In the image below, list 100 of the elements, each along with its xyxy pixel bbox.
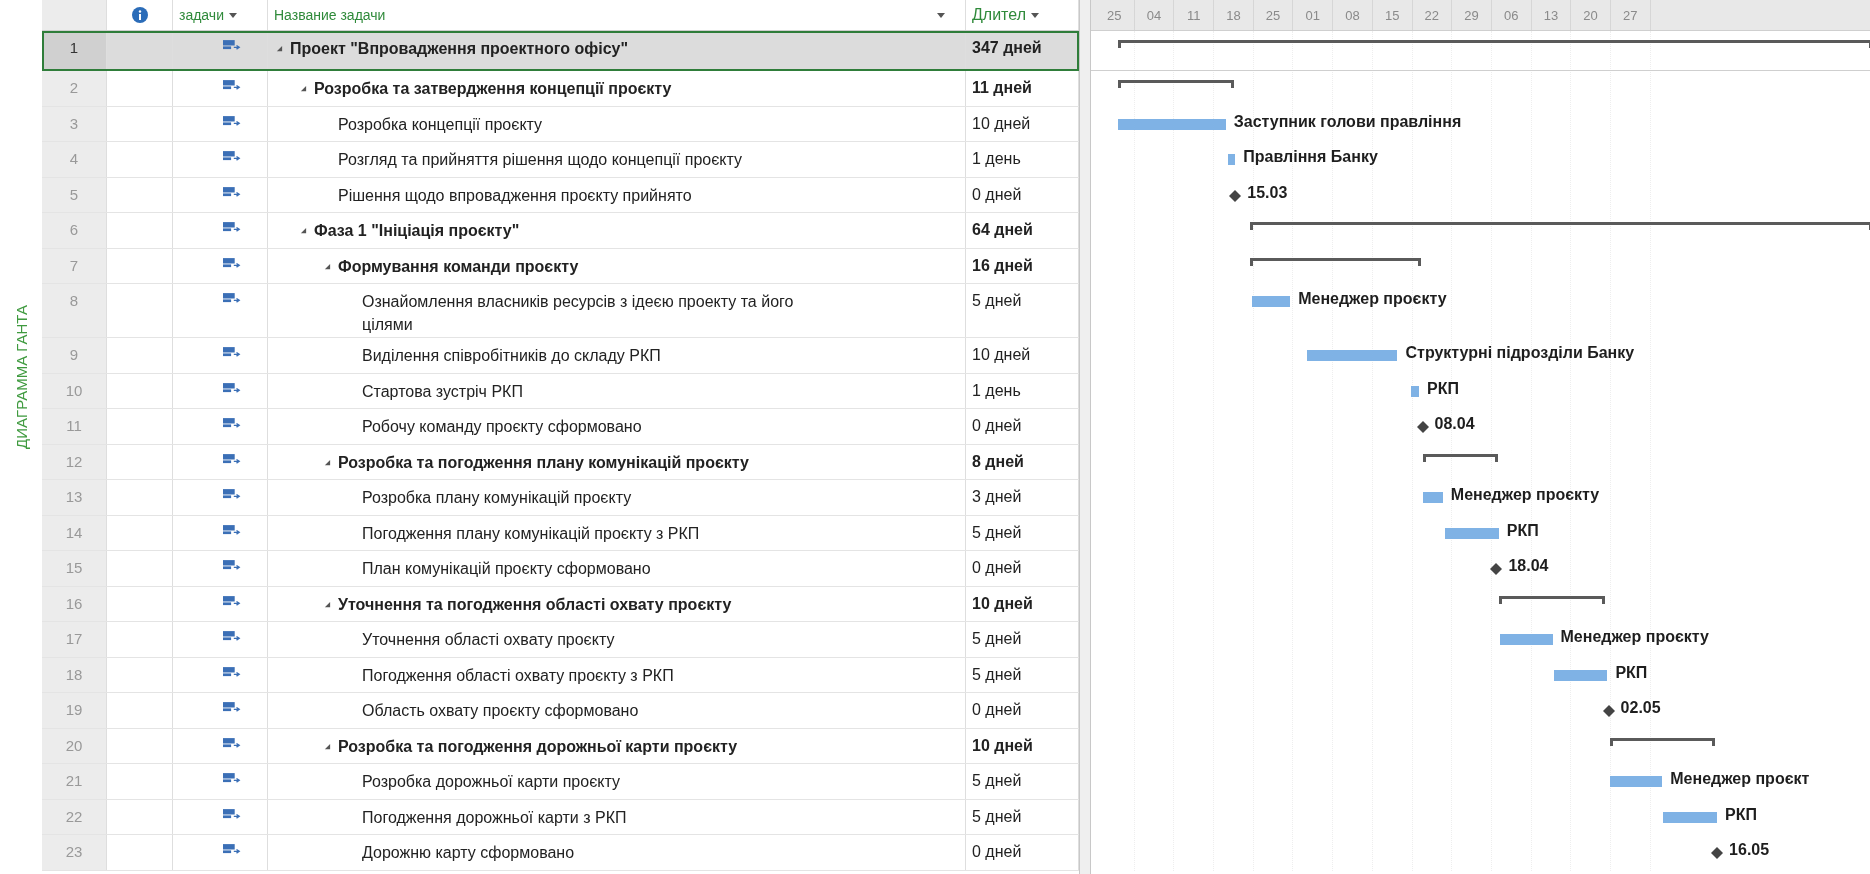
table-row[interactable]: 10 Стартова зустріч РКП 1 день: [42, 373, 1079, 409]
table-row[interactable]: 16 Уточнення та погодження області охвату проєкту 10 дней: [42, 586, 1079, 622]
task-duration: 5 дней: [972, 523, 1022, 541]
milestone-icon[interactable]: [1602, 705, 1615, 717]
table-row[interactable]: 8 Ознайомлення власників ресурсів з ідеєю проекту та його цілями 5 дней: [42, 284, 1079, 338]
table-row[interactable]: 14 Погодження плану комунікацій проєкту з РКП 5 дней: [42, 515, 1079, 551]
summary-bar[interactable]: [1249, 222, 1870, 230]
dropdown-caret-icon[interactable]: [228, 12, 237, 18]
row-number: 23: [65, 843, 83, 860]
resource-label: Структурні підрозділи Банку: [1405, 344, 1635, 362]
table-row[interactable]: 23 Дорожню карту сформовано 0 дней: [42, 835, 1079, 871]
resource-label: РКП: [1725, 805, 1758, 824]
resource-label: РКП: [1426, 379, 1459, 398]
row-number: 13: [65, 488, 83, 505]
collapse-triangle-icon[interactable]: [324, 458, 331, 466]
task-duration: 0 дней: [972, 843, 1022, 860]
summary-bar[interactable]: [1118, 40, 1870, 48]
row-number: 3: [69, 114, 79, 132]
collapse-triangle-icon[interactable]: [276, 45, 283, 52]
table-row[interactable]: 3 Розробка концепції проєкту 10 дней: [42, 106, 1079, 142]
row-number: 5: [69, 185, 79, 203]
timescale-label: 06: [1504, 7, 1519, 23]
task-name: Розробка та затвердження концепції проєкту: [314, 79, 672, 99]
milestone-icon[interactable]: [1490, 563, 1503, 575]
row-number: 18: [65, 665, 83, 683]
milestone-icon[interactable]: [1711, 847, 1724, 859]
collapse-triangle-icon[interactable]: [324, 600, 331, 608]
summary-bar[interactable]: [1249, 257, 1422, 266]
table-row[interactable]: 11 Робочу команду проєкту сформовано 0 дней: [42, 409, 1079, 445]
row-number: 14: [65, 523, 83, 541]
task-name: Формування команди проєкту: [338, 256, 579, 277]
summary-bar[interactable]: [1498, 595, 1605, 604]
timescale-label: 15: [1384, 7, 1400, 23]
collapse-triangle-icon[interactable]: [324, 262, 331, 270]
timescale-label: 25: [1265, 7, 1281, 23]
collapse-triangle-icon[interactable]: [324, 742, 331, 750]
task-duration: 10 дней: [972, 114, 1031, 132]
table-row[interactable]: 7 Формування команди проєкту 16 дней: [42, 248, 1079, 284]
task-mode-icon: [223, 185, 241, 199]
table-row[interactable]: 4 Розгляд та прийняття рішення щодо концепції проєкту 1 день: [42, 142, 1079, 178]
task-mode-icon: [223, 594, 241, 608]
task-mode-icon: [223, 39, 241, 52]
table-row[interactable]: 19 Область охвату проєкту сформовано 0 дней: [42, 693, 1079, 729]
task-name: Розробка та погодження дорожньої карти проєкту: [338, 736, 738, 757]
table-row[interactable]: 17 Уточнення області охвату проєкту 5 дней: [42, 622, 1079, 658]
task-name: Виділення співробітників до складу РКП: [362, 346, 661, 366]
task-duration: 5 дней: [972, 665, 1022, 683]
timescale-label: 13: [1543, 7, 1559, 23]
collapse-triangle-icon[interactable]: [300, 227, 307, 234]
row-number: 12: [65, 452, 83, 470]
resource-label: РКП: [1615, 663, 1648, 682]
dropdown-caret-icon[interactable]: [937, 12, 945, 18]
row-number: 2: [69, 79, 79, 96]
milestone-date: 02.05: [1620, 699, 1661, 717]
task-name: Погодження плану комунікацій проєкту з РКП: [362, 523, 700, 544]
milestone-date: 08.04: [1434, 415, 1475, 433]
row-number: 16: [65, 594, 83, 612]
column-header[interactable]: задачи: [173, 0, 268, 30]
task-name: Ознайомлення власників ресурсів з ідеєю проекту та його цілями: [362, 292, 795, 336]
task-name: Розробка дорожньої карти проєкту: [362, 772, 620, 792]
table-row[interactable]: 22 Погодження дорожньої карти з РКП 5 дней: [42, 799, 1079, 835]
task-mode-icon: [223, 665, 241, 679]
milestone-icon[interactable]: [1416, 421, 1429, 433]
table-row[interactable]: 9 Виділення співробітників до складу РКП 10 дней: [42, 338, 1079, 374]
table-row[interactable]: 1 Проект "Впровадження проектного офісу" 347 дней: [42, 31, 1079, 71]
row-number: 20: [65, 736, 83, 754]
resource-label: Менеджер проєкту: [1298, 290, 1447, 308]
table-row[interactable]: 12 Розробка та погодження плану комунікацій проєкту 8 дней: [42, 444, 1079, 480]
summary-bar[interactable]: [1118, 80, 1235, 88]
timescale-label: 01: [1305, 7, 1320, 23]
task-duration: 5 дней: [972, 630, 1022, 647]
view-label: ДИАГРАММА ГАНТА: [12, 305, 30, 449]
table-row[interactable]: 18 Погодження області охвату проєкту з РКП 5 дней: [42, 657, 1079, 693]
table-row[interactable]: 13 Розробка плану комунікацій проєкту 3 дней: [42, 480, 1079, 516]
resource-label: Правління Банку: [1243, 148, 1378, 166]
summary-bar[interactable]: [1422, 453, 1498, 462]
task-mode-icon: [223, 807, 241, 821]
table-row[interactable]: 5 Рішення щодо впровадження проєкту прийнято 0 дней: [42, 177, 1079, 213]
table-row[interactable]: 20 Розробка та погодження дорожньої карти проєкту 10 дней: [42, 728, 1079, 764]
resource-label: Менеджер проєкт: [1670, 770, 1810, 788]
row-number: 7: [69, 256, 79, 274]
table-row[interactable]: 21 Розробка дорожньої карти проєкту 5 дней: [42, 764, 1079, 800]
collapse-triangle-icon[interactable]: [300, 85, 307, 92]
table-row[interactable]: 15 План комунікацій проєкту сформовано 0 дней: [42, 551, 1079, 587]
task-duration: 10 дней: [972, 594, 1033, 612]
summary-bar[interactable]: [1609, 737, 1715, 746]
milestone-icon[interactable]: [1229, 189, 1242, 202]
task-mode-icon: [223, 381, 241, 395]
task-mode-icon: [223, 221, 241, 234]
task-duration: 8 дней: [972, 452, 1024, 470]
task-mode-icon: [223, 736, 241, 750]
task-mode-icon: [223, 150, 241, 163]
table-row[interactable]: 6 Фаза 1 "Ініціація проєкту" 64 дней: [42, 213, 1079, 249]
column-header[interactable]: Название задачи: [268, 0, 966, 30]
timescale-label: 04: [1146, 7, 1162, 23]
table-row[interactable]: 2 Розробка та затвердження концепції проєкту 11 дней: [42, 71, 1079, 107]
dropdown-caret-icon[interactable]: [1030, 12, 1039, 18]
timescale-label: 22: [1424, 7, 1440, 23]
task-name: Область охвату проєкту сформовано: [362, 701, 639, 721]
task-name: План комунікацій проєкту сформовано: [362, 559, 651, 579]
